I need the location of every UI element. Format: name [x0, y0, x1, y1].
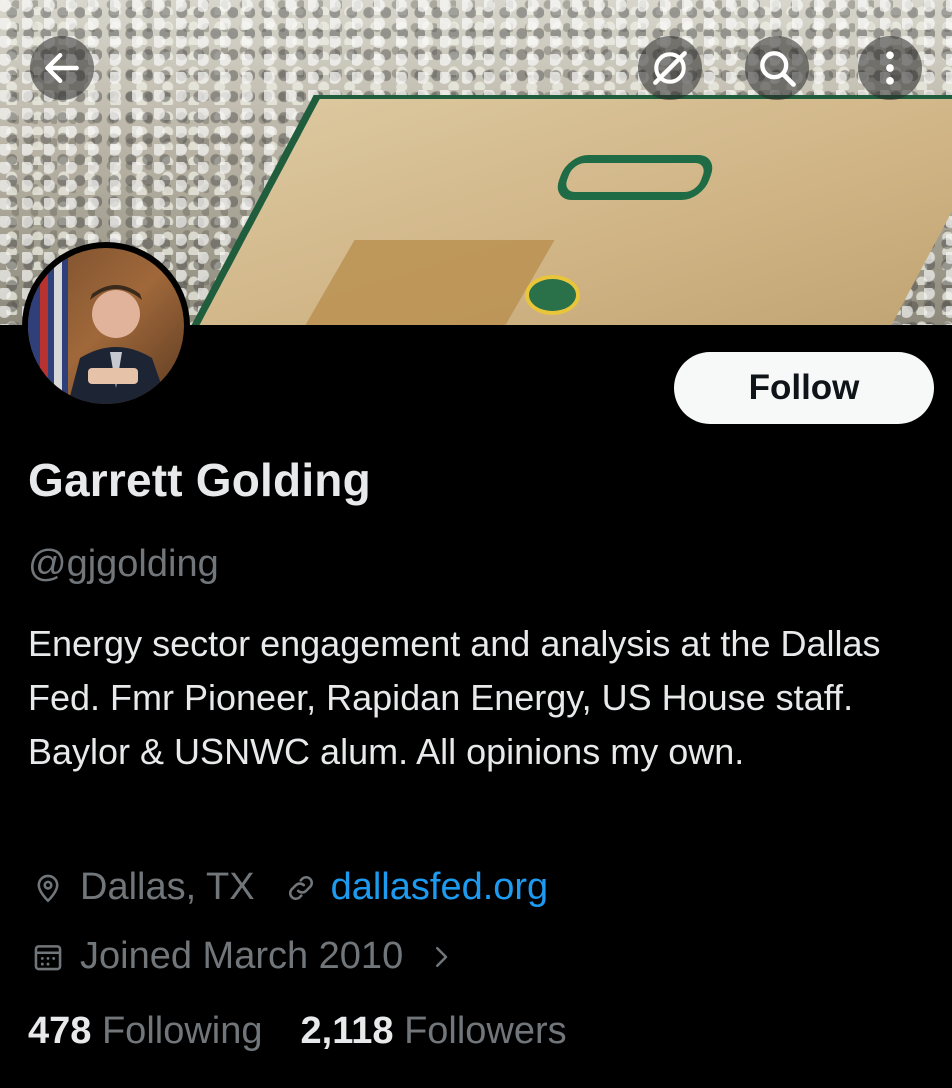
more-button[interactable]: [858, 36, 922, 100]
following-label: Following: [101, 1010, 263, 1052]
following-count: 478: [28, 1010, 92, 1052]
followers-label: Followers: [404, 1010, 567, 1052]
back-arrow-icon: [45, 52, 79, 84]
location-pin-icon: [28, 868, 68, 908]
profile-handle: @gjgolding: [28, 543, 219, 585]
profile-joined-row[interactable]: Joined March 2010: [28, 935, 461, 978]
profile-meta-location-row: Dallas, TX dallasfed.org: [28, 866, 548, 909]
profile-bio: Energy sector engagement and analysis at…: [28, 623, 881, 772]
link-icon: [281, 868, 321, 908]
followers-count: 2,118: [300, 1010, 394, 1052]
banner-court-logo: [551, 155, 719, 200]
followers-stat[interactable]: 2,118 Followers: [301, 1010, 567, 1053]
more-vertical-icon: [886, 51, 894, 85]
chevron-right-icon[interactable]: [421, 937, 461, 977]
back-button[interactable]: [30, 36, 94, 100]
avatar-portrait: [28, 248, 168, 404]
grok-icon: [653, 51, 687, 85]
profile-website-link[interactable]: dallasfed.org: [331, 866, 549, 909]
profile-name: Garrett Golding: [28, 454, 371, 506]
calendar-icon: [28, 937, 68, 977]
avatar[interactable]: [22, 242, 190, 410]
search-icon: [760, 51, 796, 87]
avatar-image: [28, 248, 184, 404]
profile-location: Dallas, TX: [80, 866, 255, 908]
following-stat[interactable]: 478 Following: [28, 1010, 263, 1053]
follow-button[interactable]: Follow: [674, 352, 934, 424]
banner-center-logo: [525, 275, 580, 315]
grok-button[interactable]: [638, 36, 702, 100]
profile-joined-date: Joined March 2010: [80, 935, 404, 977]
profile-stats: 478 Following 2,118 Followers: [28, 1010, 567, 1053]
search-button[interactable]: [745, 36, 809, 100]
